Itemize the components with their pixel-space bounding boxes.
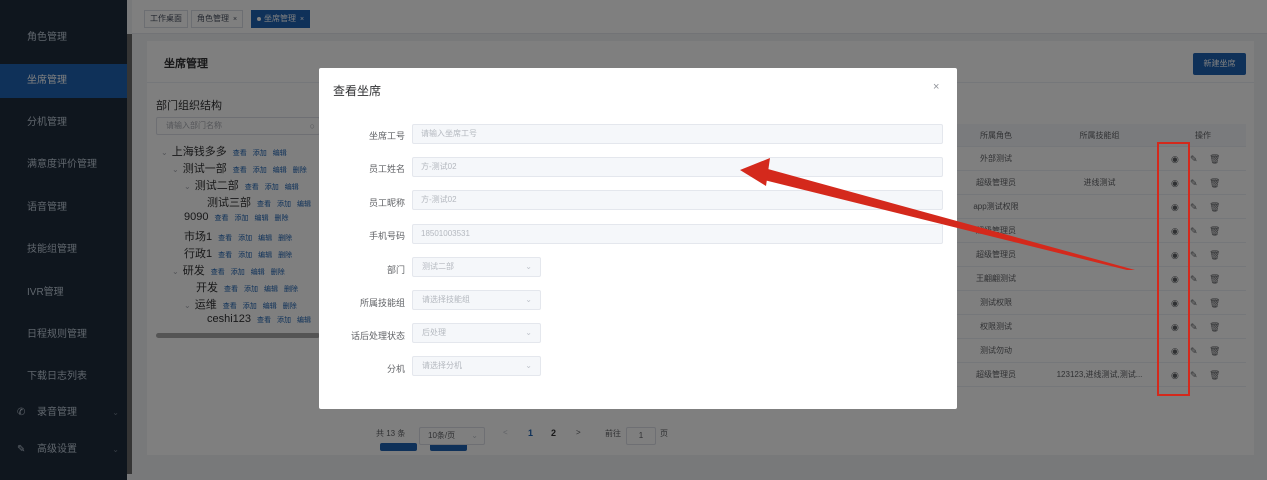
chevron-down-icon: ⌄	[525, 361, 532, 370]
name-value: 方-测试02	[421, 162, 457, 171]
dialog-title: 查看坐席	[333, 84, 382, 98]
skill-group-select[interactable]: 请选择技能组 ⌄	[412, 290, 541, 310]
extension-placeholder: 请选择分机	[422, 361, 462, 370]
chevron-down-icon: ⌄	[525, 295, 532, 304]
after-call-value: 后处理	[422, 328, 446, 337]
nickname-label: 员工昵称	[368, 198, 405, 208]
skill-group-label: 所属技能组	[359, 298, 405, 308]
phone-label: 手机号码	[368, 231, 405, 241]
dept-value: 测试二部	[422, 262, 454, 271]
view-agent-dialog: 查看坐席 × 坐席工号 请输入坐席工号 员工姓名 方-测试02 员工昵称 方-测…	[319, 68, 957, 409]
after-call-label: 话后处理状态	[350, 331, 405, 341]
chevron-down-icon: ⌄	[525, 328, 532, 337]
name-field[interactable]: 方-测试02	[412, 157, 943, 177]
name-label: 员工姓名	[368, 164, 405, 174]
nickname-value: 方-测试02	[421, 195, 457, 204]
dept-label: 部门	[386, 265, 405, 275]
extension-select[interactable]: 请选择分机 ⌄	[412, 356, 541, 376]
chevron-down-icon: ⌄	[525, 262, 532, 271]
phone-value: 18501003531	[421, 229, 470, 238]
after-call-select[interactable]: 后处理 ⌄	[412, 323, 541, 343]
dept-select[interactable]: 测试二部 ⌄	[412, 257, 541, 277]
nickname-field[interactable]: 方-测试02	[412, 190, 943, 210]
agent-id-label: 坐席工号	[368, 131, 405, 141]
agent-id-placeholder: 请输入坐席工号	[421, 129, 477, 138]
extension-label: 分机	[386, 364, 405, 374]
phone-field[interactable]: 18501003531	[412, 224, 943, 244]
skill-group-placeholder: 请选择技能组	[422, 295, 470, 304]
close-icon[interactable]: ×	[933, 81, 939, 93]
agent-id-field[interactable]: 请输入坐席工号	[412, 124, 943, 144]
annotation-highlight-box	[1157, 142, 1190, 396]
